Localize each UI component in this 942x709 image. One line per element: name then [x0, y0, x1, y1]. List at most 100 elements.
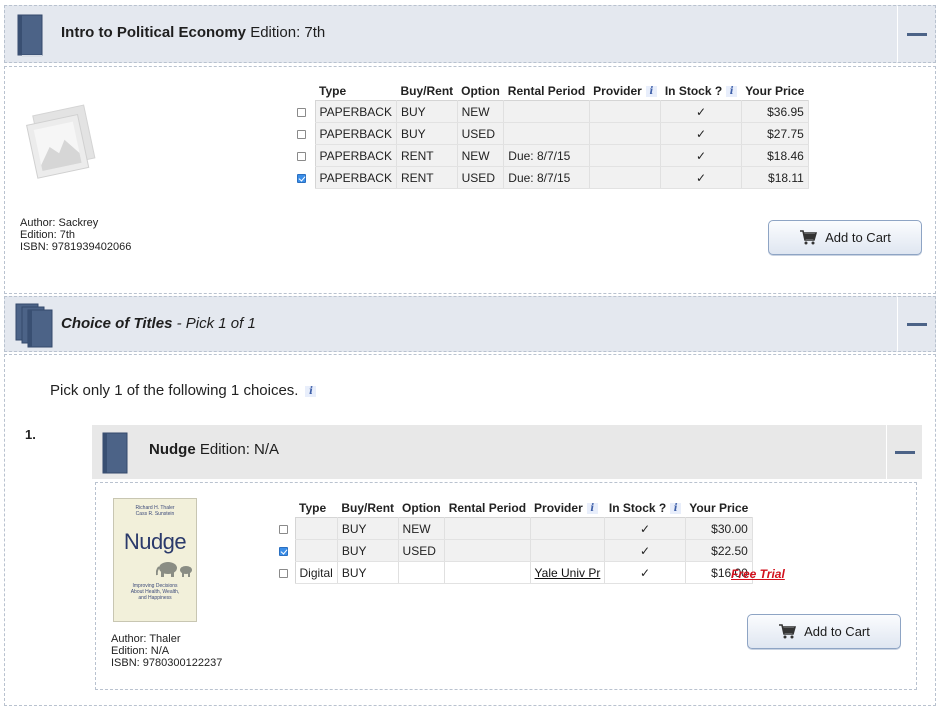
col-type: Type: [319, 84, 347, 98]
cell-buy-rent: BUY: [337, 517, 399, 540]
cell-price: $30.00: [685, 517, 753, 540]
cell-buy-rent: RENT: [396, 166, 458, 189]
book2-add-to-cart-button[interactable]: Add to Cart: [747, 614, 901, 649]
col-in-stock-label: In Stock ?: [608, 501, 667, 515]
book1-edition-label: Edition: 7th: [250, 24, 326, 41]
col-in-stock-label: In Stock ?: [664, 84, 723, 98]
cart-icon: [779, 624, 797, 639]
cell-type: PAPERBACK: [314, 166, 397, 189]
cell-stock: ✓: [660, 122, 742, 145]
info-icon[interactable]: i: [305, 386, 317, 397]
book1-edition: Edition: 7th: [20, 229, 76, 241]
info-icon[interactable]: i: [645, 86, 657, 97]
col-your-price: Your Price: [689, 501, 749, 515]
cell-option: [398, 561, 446, 584]
cell-price: $27.75: [741, 122, 809, 145]
book2-offers-table: Type Buy/Rent Option Rental Period Provi…: [279, 498, 753, 584]
choice-header: Choice of Titles - Pick 1 of 1: [4, 296, 936, 352]
choice-title: Choice of Titles: [61, 315, 173, 332]
col-buy-rent: Buy/Rent: [400, 84, 454, 98]
cell-stock: ✓: [660, 166, 742, 189]
minus-icon: [894, 450, 915, 454]
table-row: PAPERBACK BUY USED ✓ $27.75: [297, 122, 809, 145]
cover-title: Nudge: [123, 529, 187, 554]
cell-buy-rent: BUY: [396, 100, 458, 123]
cell-provider: [530, 517, 606, 540]
cell-provider: [589, 100, 662, 123]
image-placeholder-icon: [26, 104, 96, 179]
book-icon: [102, 432, 128, 474]
table-row: PAPERBACK BUY NEW ✓ $36.95: [297, 100, 809, 123]
book2-edition: Edition: N/A: [111, 645, 170, 657]
choice-instruction: Pick only 1 of the following 1 choices.: [50, 382, 299, 399]
books-stack-icon: [15, 303, 53, 348]
book2-header: Nudge Edition: N/A: [92, 425, 922, 479]
cell-option: NEW: [398, 517, 446, 540]
cell-provider: [589, 122, 662, 145]
book1-header: Intro to Political Economy Edition: 7th: [4, 5, 936, 63]
cell-type: [294, 539, 338, 562]
cell-price: $18.11: [741, 166, 809, 189]
book1-add-to-cart-button[interactable]: Add to Cart: [768, 220, 922, 255]
minus-icon: [906, 322, 927, 326]
col-provider: Provider i: [530, 498, 605, 518]
table-row: BUY NEW ✓ $30.00: [279, 517, 753, 540]
book1-author: Author: Sackrey: [20, 217, 99, 229]
info-icon[interactable]: i: [586, 503, 598, 514]
cell-type: Digital: [294, 561, 338, 584]
book1-body: Type Buy/Rent Option Rental Period Provi…: [4, 66, 936, 294]
col-in-stock: In Stock ? i: [605, 498, 685, 518]
choice-number: 1.: [25, 427, 36, 442]
book2-collapse-button[interactable]: [886, 425, 922, 479]
book2-meta: Author: Thaler Edition: N/A ISBN: 978030…: [111, 633, 222, 669]
row-checkbox[interactable]: [297, 151, 306, 161]
row-checkbox[interactable]: [279, 568, 288, 578]
row-checkbox[interactable]: [297, 129, 306, 139]
choice-subtitle: - Pick 1 of 1: [176, 315, 256, 332]
choice-title-line: Choice of Titles - Pick 1 of 1: [61, 315, 256, 332]
book2-body: Richard H. Thaler Cass R. Sunstein Nudge…: [95, 482, 917, 690]
book1-collapse-button[interactable]: [897, 6, 935, 62]
book2-title-line: Nudge Edition: N/A: [149, 441, 279, 458]
cell-price: $36.95: [741, 100, 809, 123]
cell-rental: [444, 561, 531, 584]
col-in-stock: In Stock ? i: [661, 81, 741, 101]
cell-stock: ✓: [660, 144, 742, 167]
row-checkbox[interactable]: [297, 173, 306, 183]
book1-title-line: Intro to Political Economy Edition: 7th: [61, 24, 325, 41]
cell-provider: [530, 539, 606, 562]
col-provider: Provider i: [589, 81, 661, 101]
provider-link[interactable]: Yale Univ Pr: [535, 566, 601, 580]
cell-rental: [444, 517, 531, 540]
cell-rental: [503, 122, 590, 145]
book1-meta: Author: Sackrey Edition: 7th ISBN: 97819…: [20, 217, 131, 253]
table-row: Digital BUY Yale Univ Pr ✓ $16.00: [279, 561, 753, 584]
free-trial-link[interactable]: Free Trial: [731, 567, 785, 581]
cell-type: PAPERBACK: [314, 100, 397, 123]
cell-option: USED: [457, 166, 505, 189]
choice-collapse-button[interactable]: [897, 297, 935, 351]
cell-stock: ✓: [604, 539, 686, 562]
row-checkbox[interactable]: [297, 107, 306, 117]
col-provider-label: Provider: [534, 501, 583, 515]
cell-provider-cell: Yale Univ Pr: [530, 561, 606, 584]
col-option: Option: [402, 501, 441, 515]
book2-isbn: ISBN: 9780300122237: [111, 657, 223, 669]
info-icon[interactable]: i: [726, 86, 738, 97]
book1-isbn: ISBN: 9781939402066: [20, 241, 132, 253]
col-provider-label: Provider: [593, 84, 642, 98]
cell-option: NEW: [457, 144, 505, 167]
book2-author: Author: Thaler: [111, 633, 181, 645]
row-checkbox[interactable]: [279, 524, 288, 534]
cell-stock: ✓: [604, 517, 686, 540]
cell-provider: [589, 166, 662, 189]
cart-icon: [800, 230, 818, 245]
col-option: Option: [461, 84, 500, 98]
book-icon: [17, 14, 43, 57]
cell-buy-rent: BUY: [337, 539, 399, 562]
cell-rental: Due: 8/7/15: [503, 166, 590, 189]
info-icon[interactable]: i: [670, 503, 682, 514]
row-checkbox[interactable]: [279, 546, 288, 556]
table-row: BUY USED ✓ $22.50: [279, 539, 753, 562]
cell-type: [294, 517, 338, 540]
